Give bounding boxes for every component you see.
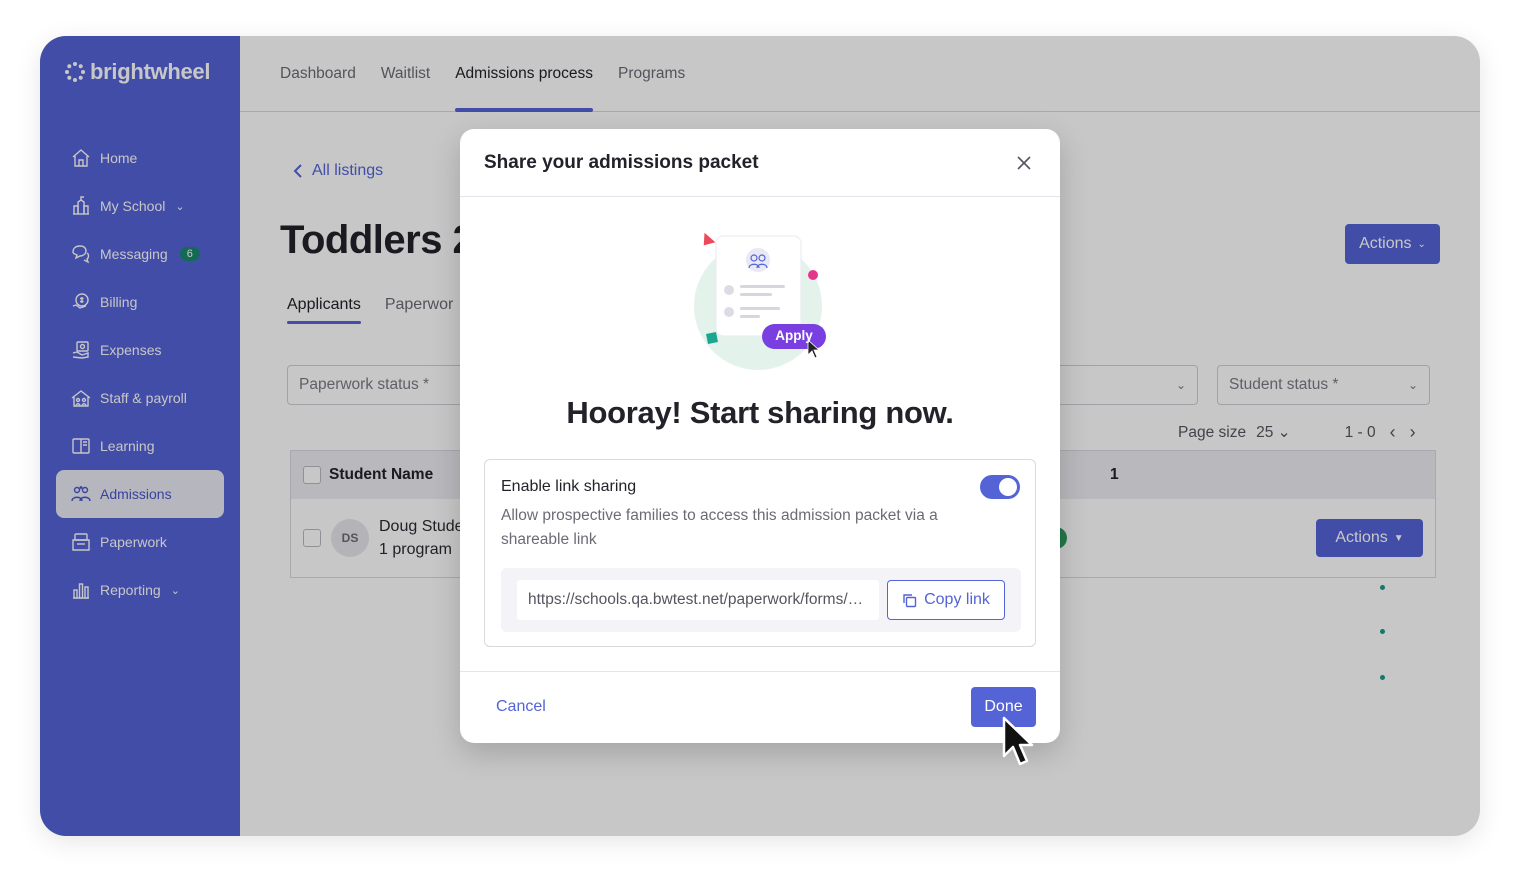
copy-icon [903, 593, 917, 607]
modal-footer: Cancel Done [460, 671, 1060, 743]
share-packet-modal: Share your admissions packet Apply Hoora… [460, 129, 1060, 743]
close-button[interactable] [1012, 151, 1036, 175]
link-sharing-toggle[interactable] [980, 475, 1020, 499]
illustration-graphic [694, 232, 826, 370]
copy-link-button[interactable]: Copy link [887, 580, 1005, 620]
link-sharing-description: Allow prospective families to access thi… [501, 507, 938, 548]
close-icon [1017, 155, 1031, 170]
link-sharing-card: Enable link sharing Allow prospective fa… [484, 459, 1036, 647]
modal-header: Share your admissions packet [460, 129, 1060, 197]
share-link-box: https://schools.qa.bwtest.net/paperwork/… [501, 568, 1021, 632]
copy-link-label: Copy link [924, 591, 990, 608]
share-url-field[interactable]: https://schools.qa.bwtest.net/paperwork/… [517, 580, 879, 620]
packet-illustration: Apply [688, 226, 838, 376]
toggle-knob [999, 478, 1017, 496]
share-url-text: https://schools.qa.bwtest.net/paperwork/… [528, 591, 868, 608]
modal-title: Share your admissions packet [484, 151, 759, 173]
cancel-button[interactable]: Cancel [496, 698, 546, 716]
success-headline: Hooray! Start sharing now. [566, 395, 954, 430]
mouse-pointer-icon [1002, 716, 1034, 766]
apply-badge-label: Apply [775, 328, 813, 343]
link-sharing-title: Enable link sharing [501, 478, 637, 495]
